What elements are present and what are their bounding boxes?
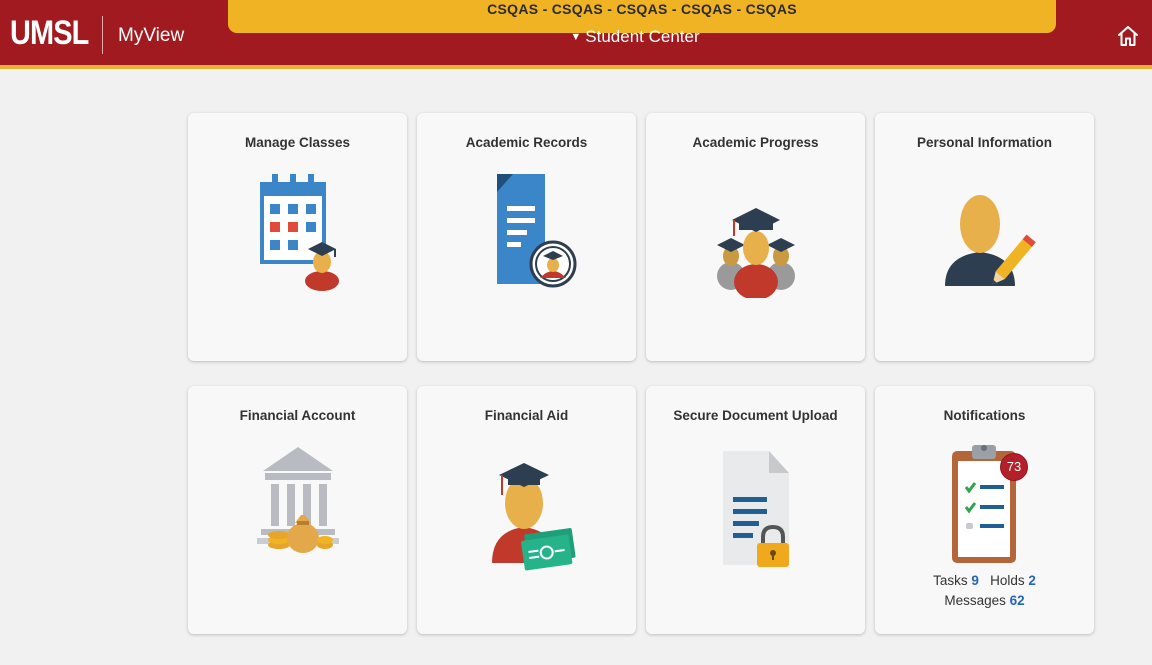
messages-label: Messages: [944, 593, 1006, 608]
page-title: Student Center: [585, 27, 700, 46]
caret-down-icon: ▼: [570, 31, 582, 43]
tile-title: Notifications: [943, 408, 1026, 423]
app-name: MyView: [118, 25, 185, 46]
tasks-label: Tasks: [933, 573, 968, 588]
tile-title: Academic Progress: [692, 135, 819, 150]
app-header: UMSL MyView CSQAS - CSQAS - CSQAS - CSQA…: [0, 0, 1152, 69]
tile-title: Manage Classes: [244, 135, 351, 150]
tile-financial-aid[interactable]: Financial Aid: [417, 386, 636, 634]
tile-title: Financial Account: [239, 408, 356, 423]
tasks-count: 9: [971, 573, 979, 588]
home-button[interactable]: [1116, 24, 1142, 50]
holds-count: 2: [1028, 573, 1036, 588]
document-lock-icon: [722, 451, 789, 567]
tile-notifications[interactable]: Notifications 73 Tasks 9 Holds 2 Message…: [875, 386, 1094, 634]
page-title-dropdown[interactable]: ▼ Student Center: [470, 27, 800, 47]
logo-divider: [102, 16, 103, 54]
notification-count-badge: 73: [1000, 453, 1028, 481]
tile-title: Academic Records: [465, 135, 588, 150]
tile-personal-information[interactable]: Personal Information: [875, 113, 1094, 361]
home-icon: [1118, 26, 1138, 46]
messages-count: 62: [1009, 593, 1025, 608]
graduate-money-icon: [491, 463, 575, 571]
holds-label: Holds: [990, 573, 1025, 588]
notification-summary-line-1: Tasks 9 Holds 2: [875, 573, 1094, 588]
tile-title: Personal Information: [916, 135, 1053, 150]
tile-academic-progress[interactable]: Academic Progress: [646, 113, 865, 361]
person-pencil-icon: [944, 195, 1036, 286]
calendar-student-icon: [259, 174, 339, 291]
tile-manage-classes[interactable]: Manage Classes: [188, 113, 407, 361]
notification-summary-line-2: Messages 62: [875, 593, 1094, 608]
document-student-icon: [496, 174, 576, 288]
tile-title: Secure Document Upload: [673, 408, 838, 423]
tile-academic-records[interactable]: Academic Records: [417, 113, 636, 361]
umsl-logo[interactable]: UMSL: [10, 13, 89, 53]
bank-money-icon: [256, 447, 339, 553]
tile-secure-document-upload[interactable]: Secure Document Upload: [646, 386, 865, 634]
graduates-icon: [716, 208, 795, 298]
tile-financial-account[interactable]: Financial Account: [188, 386, 407, 634]
tile-title: Financial Aid: [484, 408, 569, 423]
